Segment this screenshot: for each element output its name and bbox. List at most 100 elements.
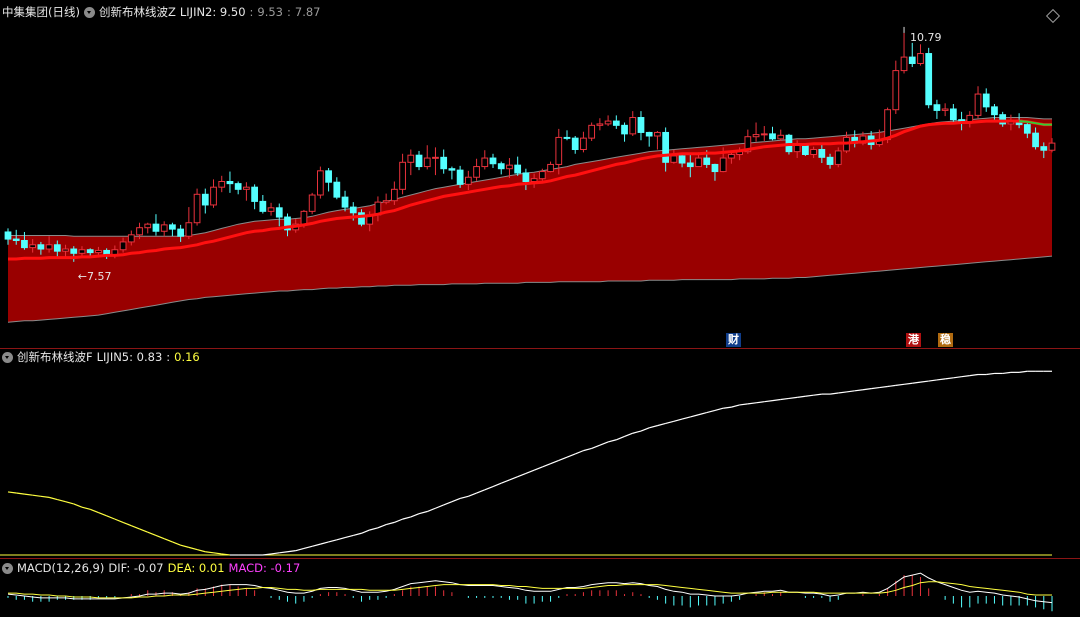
candle-body [1023, 124, 1031, 134]
lijin5-segment [599, 441, 609, 446]
bollinger-band-fill [8, 117, 1052, 323]
lijin5-segment [871, 386, 880, 390]
lijin5-segment [122, 521, 132, 527]
lijin5-segment [312, 543, 321, 547]
candle-body [177, 228, 185, 237]
macd-dropdown-icon[interactable] [2, 563, 13, 574]
macd-value: MACD: -0.17 [228, 561, 301, 575]
candle-body [152, 223, 160, 232]
lijin5-segment [640, 427, 650, 432]
sub-indicator-dropdown-icon[interactable] [2, 352, 13, 363]
lijin5-segment [517, 472, 527, 478]
candle-body [407, 154, 415, 163]
candle-body [325, 170, 332, 183]
lijin5-segment [394, 518, 403, 523]
low-price-label: ←7.57 [78, 270, 112, 283]
lijin5-segment [936, 378, 946, 381]
candle-body [440, 156, 448, 170]
candle-body [678, 155, 686, 164]
candle-body [760, 133, 768, 136]
candle-body [169, 224, 176, 230]
candle-body [144, 223, 152, 229]
candle-body [695, 157, 702, 168]
candle-body [423, 157, 431, 168]
candle-body [308, 194, 316, 212]
candle-body [160, 224, 168, 232]
macd-title: MACD(12,26,9) [17, 561, 105, 575]
lijin5-segment [196, 548, 206, 553]
candle-body [464, 176, 472, 185]
candle-body [448, 168, 456, 171]
candle-body [341, 196, 349, 208]
lijin5-segment [945, 377, 954, 380]
candle-body [818, 149, 826, 158]
lijin5-segment [574, 450, 584, 455]
candle-body [982, 93, 990, 108]
lijin5-segment [73, 503, 83, 508]
lijin5-segment [788, 396, 798, 400]
lijin5-segment [657, 422, 666, 427]
lijin5-segment [723, 406, 732, 409]
lijin5-segment [369, 527, 379, 531]
lijin5-segment [501, 479, 510, 484]
lijin5-segment [616, 435, 625, 441]
candle-body [703, 157, 711, 165]
lijin5-segment [591, 444, 601, 450]
candle-body [662, 131, 670, 163]
lijin5-segment [459, 495, 469, 500]
lijin5-segment [632, 430, 642, 434]
lijin5-segment [344, 534, 354, 539]
high-price-label: 10.79 [910, 31, 942, 44]
macd-pane-header: MACD(12,26,9) DIF: -0.07 DEA: 0.01 MACD: -0… [2, 561, 304, 576]
lijin5-segment [665, 420, 675, 425]
value3: 7.87 [294, 5, 321, 19]
lijin5-segment [336, 537, 346, 541]
lijin5-segment [147, 531, 157, 536]
lijin5-segment [328, 539, 337, 543]
lijin5-segment [1019, 370, 1028, 373]
value2: 9.53 [257, 5, 283, 19]
main-pane-header: 中集集团(日线) 创新布林线波Z LIJIN2: 9.50:9.53:7.87 [2, 5, 324, 20]
lijin5-segment [65, 501, 74, 505]
lijin5-segment [155, 534, 165, 540]
lijin5-segment [492, 482, 502, 488]
sub-value2: 0.16 [174, 350, 200, 364]
candle-body [349, 206, 357, 214]
lijin5-segment [435, 504, 444, 509]
candle-body [810, 149, 817, 155]
candle-body [506, 164, 513, 170]
badge-finance[interactable]: 财 [726, 333, 741, 347]
lijin5-segment [887, 384, 896, 388]
sep2: : [287, 5, 291, 19]
lijin5-segment [451, 497, 461, 503]
candle-body [884, 109, 891, 141]
lijin5-segment [764, 400, 773, 403]
lijin5-segment [353, 532, 362, 537]
lijin5-segment [377, 524, 387, 529]
lijin5-segment [48, 496, 58, 501]
candle-body [555, 136, 563, 165]
candle-body [497, 163, 505, 170]
candle-body [793, 144, 801, 153]
sub-indicator-name: 创新布林线波F [17, 350, 93, 364]
lijin5-segment [427, 507, 436, 513]
candle-body [53, 244, 61, 252]
badge-hk[interactable]: 港 [906, 333, 921, 347]
lijin5-segment [40, 495, 50, 498]
lijin5-segment [961, 375, 970, 378]
lijin5-segment [476, 489, 486, 494]
lijin5-segment [838, 391, 847, 394]
lijin5-segment [731, 404, 740, 408]
candle-body [390, 188, 398, 202]
candle-body [514, 164, 522, 174]
indicator-dropdown-icon[interactable] [83, 7, 95, 18]
candle-body [4, 231, 12, 240]
candle-body [686, 162, 694, 168]
candle-body [86, 249, 94, 254]
badge-stable[interactable]: 稳 [938, 333, 953, 347]
candle-body [580, 137, 587, 151]
lijin5-segment [797, 395, 806, 398]
lijin5-segment [607, 439, 617, 443]
candle-body [210, 186, 217, 206]
lijin5-segment [879, 385, 888, 389]
